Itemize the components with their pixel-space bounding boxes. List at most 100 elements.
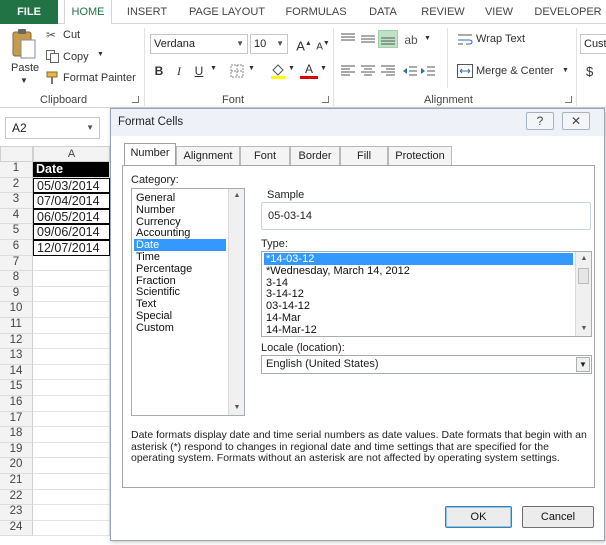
row-header[interactable]: 7 <box>0 255 33 272</box>
empty-cell[interactable] <box>33 427 110 443</box>
decrease-indent-icon[interactable] <box>402 64 418 78</box>
empty-cell[interactable] <box>33 458 110 474</box>
paste-dropdown-icon[interactable]: ▼ <box>20 76 28 85</box>
tab-view[interactable]: VIEW <box>478 0 520 24</box>
row-header[interactable]: 17 <box>0 411 33 428</box>
underline-button[interactable]: U <box>190 62 208 80</box>
bottom-align-button[interactable] <box>378 30 398 48</box>
fill-color-dropdown-icon[interactable]: ▼ <box>288 65 295 72</box>
underline-dropdown-icon[interactable]: ▼ <box>210 65 217 72</box>
row-header[interactable]: 22 <box>0 489 33 506</box>
row-header[interactable]: 3 <box>0 193 33 209</box>
category-item[interactable]: Date <box>134 239 226 252</box>
paste-icon[interactable] <box>10 28 36 60</box>
locale-select[interactable]: English (United States) ▼ <box>261 355 592 374</box>
empty-cell[interactable] <box>33 442 110 459</box>
row-header[interactable]: 10 <box>0 302 33 318</box>
category-item[interactable]: Fraction <box>134 275 226 287</box>
category-item[interactable]: Text <box>134 298 226 310</box>
ok-button[interactable]: OK <box>445 506 512 528</box>
font-launcher-icon[interactable] <box>322 96 329 103</box>
category-item[interactable]: Time <box>134 251 226 263</box>
date-cell[interactable]: 12/07/2014 <box>33 240 110 256</box>
fill-color-icon[interactable] <box>270 62 286 80</box>
empty-cell[interactable] <box>33 520 110 537</box>
grow-font-icon[interactable]: A▲ <box>295 35 313 53</box>
italic-button[interactable]: I <box>170 62 188 80</box>
category-item[interactable]: Number <box>134 204 226 216</box>
scroll-down-icon[interactable]: ▼ <box>229 401 244 415</box>
row-header[interactable]: 8 <box>0 271 33 287</box>
type-item[interactable]: *Wednesday, March 14, 2012 <box>264 265 573 277</box>
alignment-launcher-icon[interactable] <box>565 96 572 103</box>
borders-dropdown-icon[interactable]: ▼ <box>248 65 255 72</box>
type-item[interactable]: 3-14 <box>264 277 573 289</box>
type-item[interactable]: 3-14-12 <box>264 288 573 300</box>
tab-protection[interactable]: Protection <box>388 146 452 166</box>
date-cell[interactable]: 05/03/2014 <box>33 177 110 194</box>
empty-cell[interactable] <box>33 255 110 272</box>
paste-button[interactable]: Paste <box>11 62 39 74</box>
date-cell[interactable]: 09/06/2014 <box>33 224 110 240</box>
align-left-icon[interactable] <box>340 64 356 78</box>
type-scrollbar[interactable]: ▲ ▼ <box>575 252 591 336</box>
empty-cell[interactable] <box>33 364 110 381</box>
copy-dropdown-icon[interactable]: ▼ <box>97 51 104 58</box>
borders-icon[interactable] <box>230 64 244 78</box>
name-box[interactable]: A2 ▼ <box>5 117 100 139</box>
category-item[interactable]: Custom <box>134 322 226 334</box>
empty-cell[interactable] <box>33 489 110 506</box>
cut-button[interactable]: Cut <box>63 29 80 41</box>
type-list[interactable]: *14-03-12 *Wednesday, March 14, 2012 3-14 3… <box>261 251 592 337</box>
clipboard-launcher-icon[interactable] <box>132 96 139 103</box>
category-item[interactable]: General <box>134 192 226 204</box>
empty-cell[interactable] <box>33 333 110 350</box>
empty-cell[interactable] <box>33 318 110 334</box>
tab-alignment[interactable]: Alignment <box>176 146 240 166</box>
scroll-up-icon[interactable]: ▲ <box>229 189 244 203</box>
tab-formulas[interactable]: FORMULAS <box>280 0 352 24</box>
row-header[interactable]: 4 <box>0 208 33 225</box>
top-align-icon[interactable] <box>340 32 356 46</box>
font-size-select[interactable]: 10 ▼ <box>250 34 288 54</box>
scroll-up-icon[interactable]: ▲ <box>576 252 591 266</box>
date-cell[interactable]: 06/05/2014 <box>33 208 110 225</box>
row-header[interactable]: 21 <box>0 474 33 490</box>
help-button[interactable]: ? <box>526 112 554 130</box>
orientation-dropdown-icon[interactable]: ▼ <box>424 35 431 42</box>
empty-cell[interactable] <box>33 474 110 490</box>
tab-developer[interactable]: DEVELOPER <box>530 0 606 24</box>
shrink-font-icon[interactable]: A▼ <box>314 35 332 53</box>
empty-cell[interactable] <box>33 396 110 412</box>
number-format-select[interactable]: Cust <box>580 34 606 54</box>
tab-fill[interactable]: Fill <box>340 146 388 166</box>
scroll-down-icon[interactable]: ▼ <box>576 322 591 336</box>
wrap-text-button[interactable]: Wrap Text <box>476 33 525 45</box>
type-item[interactable]: 14-Mar-12 <box>264 324 573 336</box>
row-header[interactable]: 9 <box>0 286 33 303</box>
empty-cell[interactable] <box>33 286 110 303</box>
format-painter-button[interactable]: Format Painter <box>63 72 136 84</box>
empty-cell[interactable] <box>33 271 110 287</box>
bold-button[interactable]: B <box>150 62 168 80</box>
empty-cell[interactable] <box>33 505 110 521</box>
row-header[interactable]: 5 <box>0 224 33 240</box>
font-color-dropdown-icon[interactable]: ▼ <box>320 65 327 72</box>
row-header[interactable]: 16 <box>0 396 33 412</box>
empty-cell[interactable] <box>33 349 110 365</box>
type-item[interactable]: 03-14-12 <box>264 300 573 312</box>
scroll-thumb[interactable] <box>578 268 589 284</box>
row-header[interactable]: 20 <box>0 458 33 474</box>
header-cell[interactable]: Date <box>33 162 110 178</box>
merge-dropdown-icon[interactable]: ▼ <box>562 67 569 74</box>
category-item[interactable]: Special <box>134 310 226 322</box>
tab-page-layout[interactable]: PAGE LAYOUT <box>184 0 270 24</box>
empty-cell[interactable] <box>33 380 110 396</box>
category-item[interactable]: Currency <box>134 216 226 228</box>
type-item[interactable]: *14-03-12 <box>264 253 573 265</box>
tab-insert[interactable]: INSERT <box>122 0 172 24</box>
font-name-select[interactable]: Verdana ▼ <box>150 34 248 54</box>
tab-font[interactable]: Font <box>240 146 290 166</box>
merge-center-button[interactable]: Merge & Center <box>476 65 554 77</box>
orientation-icon[interactable]: ab <box>402 31 420 49</box>
